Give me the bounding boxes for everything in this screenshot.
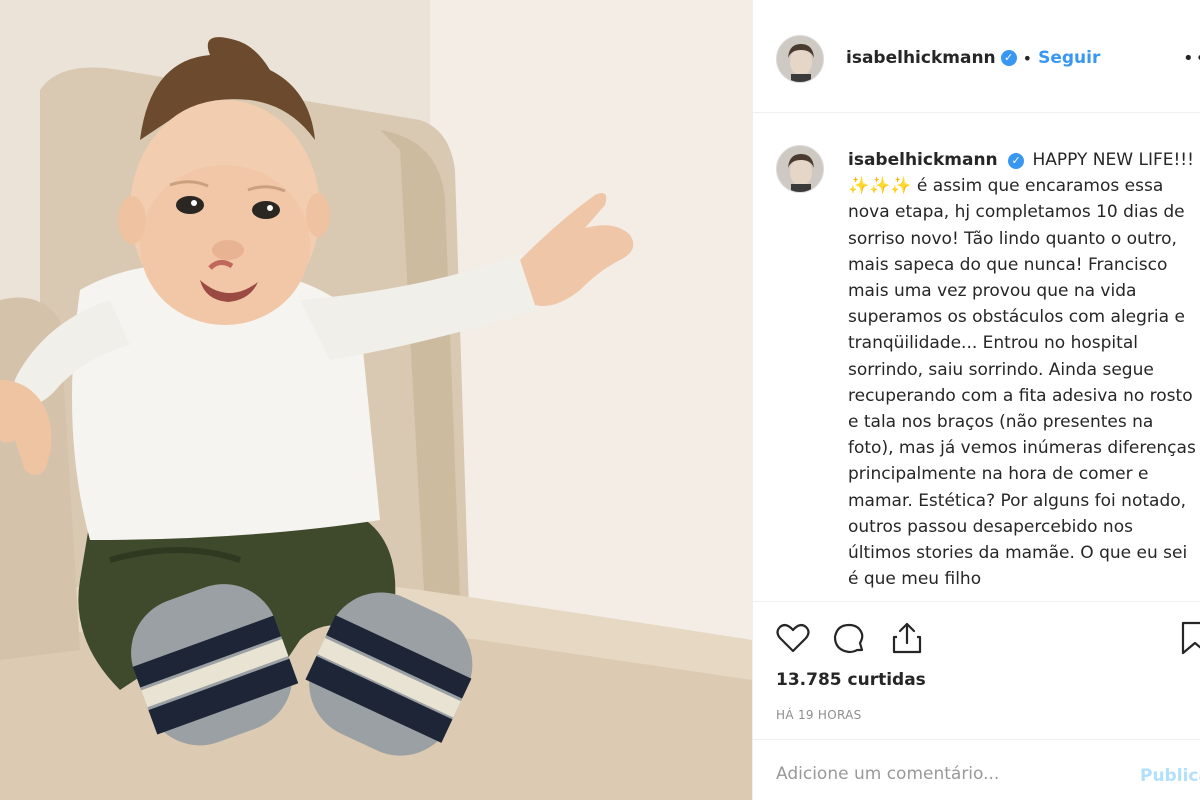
avatar[interactable] <box>776 145 824 193</box>
separator-dot: • <box>1022 48 1033 68</box>
post-header: isabelhickmann ✓ • Seguir ••• <box>753 0 1200 113</box>
follow-button[interactable]: Seguir <box>1038 48 1100 68</box>
likes-count[interactable]: 13.785 curtidas <box>776 670 926 690</box>
bookmark-icon[interactable] <box>1181 621 1200 659</box>
more-options-icon[interactable]: ••• <box>1183 48 1200 69</box>
heart-icon[interactable] <box>776 622 810 658</box>
avatar-image <box>777 146 823 192</box>
post-timestamp[interactable]: HÁ 19 HORAS <box>776 708 862 722</box>
publish-button[interactable]: Publicar <box>1140 766 1200 786</box>
header-user-row: isabelhickmann ✓ • Seguir <box>846 48 1100 68</box>
share-icon[interactable] <box>890 621 924 659</box>
post-caption: isabelhickmann ✓ HAPPY NEW LIFE!!! ✨✨✨ é… <box>848 147 1200 592</box>
caption-username-link[interactable]: isabelhickmann <box>848 150 998 170</box>
sparkles-emoji: ✨✨✨ <box>848 176 912 197</box>
username-link[interactable]: isabelhickmann <box>846 48 996 68</box>
post-actions: 13.785 curtidas HÁ 19 HORAS Publicar <box>753 601 1200 800</box>
comment-icon[interactable] <box>832 622 866 660</box>
baby-photo-illustration <box>0 0 752 800</box>
comment-input[interactable] <box>776 764 1116 784</box>
caption-headline: HAPPY NEW LIFE!!! <box>1032 150 1194 170</box>
verified-badge-icon: ✓ <box>1000 50 1017 66</box>
comments-area[interactable]: isabelhickmann ✓ HAPPY NEW LIFE!!! ✨✨✨ é… <box>753 113 1200 601</box>
post-side-panel: isabelhickmann ✓ • Seguir ••• isabelhick… <box>752 0 1200 800</box>
verified-badge-icon: ✓ <box>1008 153 1025 169</box>
avatar[interactable] <box>776 35 824 83</box>
add-comment-bar: Publicar <box>753 739 1200 800</box>
caption-body: é assim que encaramos essa nova etapa, h… <box>848 176 1196 590</box>
avatar-image <box>777 36 823 82</box>
post-photo <box>0 0 752 800</box>
